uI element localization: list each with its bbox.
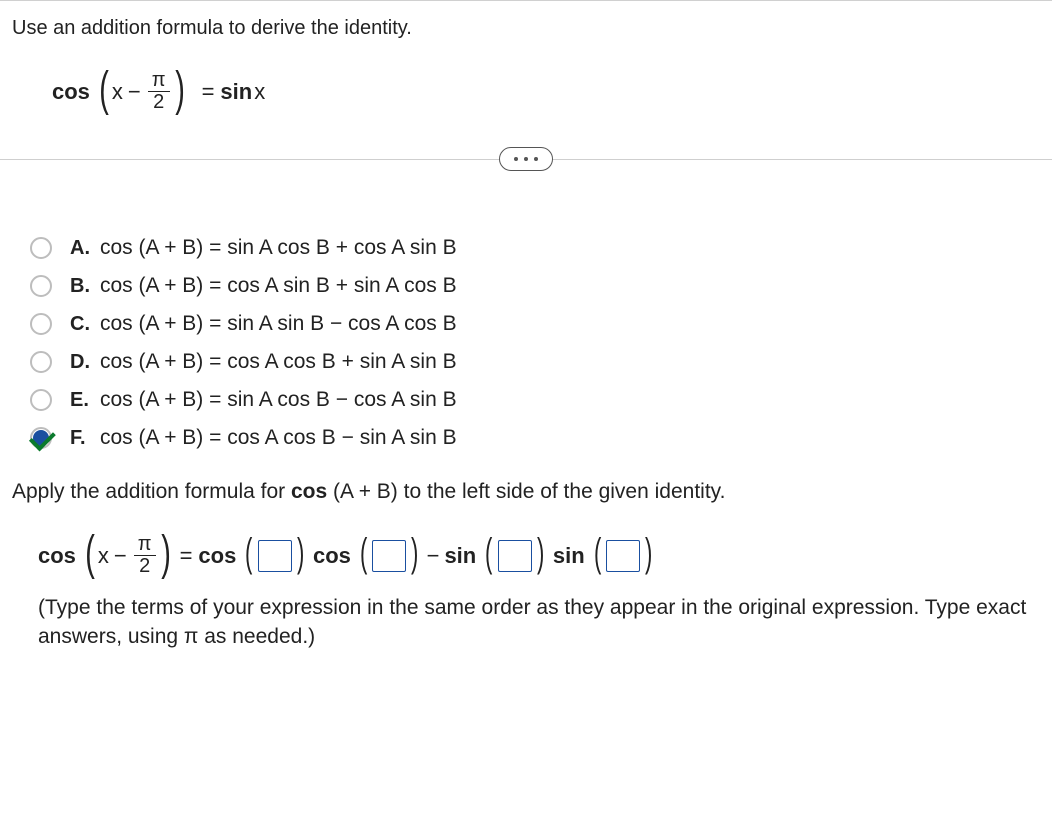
option-c[interactable]: C. cos (A + B) = sin A sin B − cos A cos… (30, 312, 1040, 336)
option-formula: cos (A + B) = cos A sin B + sin A cos B (100, 274, 457, 298)
option-formula: cos (A + B) = sin A cos B + cos A sin B (100, 236, 457, 260)
answer-input-3[interactable] (498, 540, 532, 572)
numerator: π (134, 534, 156, 556)
option-f[interactable]: F. cos (A + B) = cos A cos B − sin A sin… (30, 426, 1040, 450)
radio-c[interactable] (30, 313, 52, 335)
answer-hint: (Type the terms of your expression in th… (38, 593, 1040, 652)
rparen-icon: ) (411, 531, 418, 576)
rparen-icon: ) (175, 62, 185, 117)
radio-e[interactable] (30, 389, 52, 411)
dot-icon (534, 157, 538, 161)
lparen-icon: ( (594, 531, 601, 576)
answer-input-2[interactable] (372, 540, 406, 572)
option-b[interactable]: B. cos (A + B) = cos A sin B + sin A cos… (30, 274, 1040, 298)
var-x-rhs: x (254, 79, 265, 105)
minus-op: − (427, 543, 440, 569)
minus-op: − (128, 79, 141, 105)
rparen-icon: ) (161, 526, 171, 581)
radio-a[interactable] (30, 237, 52, 259)
denominator: 2 (135, 556, 154, 577)
answer-input-1[interactable] (258, 540, 292, 572)
apply-instruction: Apply the addition formula for cos (A + … (12, 480, 1040, 504)
option-a[interactable]: A. cos (A + B) = sin A cos B + cos A sin… (30, 236, 1040, 260)
numerator: π (148, 70, 170, 92)
lparen-icon: ( (360, 531, 367, 576)
radio-b[interactable] (30, 275, 52, 297)
dot-icon (514, 157, 518, 161)
denominator: 2 (149, 92, 168, 113)
expand-button[interactable] (499, 147, 553, 171)
equals: = (180, 543, 193, 569)
cos-label: cos (52, 79, 90, 105)
answer-input-4[interactable] (606, 540, 640, 572)
fraction-pi-over-2: π 2 (148, 70, 170, 113)
lparen-icon: ( (485, 531, 492, 576)
equals: = (202, 79, 215, 105)
question-container: Use an addition formula to derive the id… (0, 0, 1052, 664)
option-formula: cos (A + B) = cos A cos B + sin A sin B (100, 350, 457, 374)
rparen-icon: ) (297, 531, 304, 576)
minus-op: − (114, 543, 127, 569)
option-formula: cos (A + B) = sin A sin B − cos A cos B (100, 312, 457, 336)
var-x: x (98, 543, 109, 569)
question-prompt: Use an addition formula to derive the id… (12, 17, 1040, 40)
option-d[interactable]: D. cos (A + B) = cos A cos B + sin A sin… (30, 350, 1040, 374)
sin-term: sin (553, 543, 585, 569)
option-letter: C. (70, 313, 100, 336)
lparen-icon: ( (99, 62, 109, 117)
option-letter: B. (70, 275, 100, 298)
rparen-icon: ) (537, 531, 544, 576)
option-e[interactable]: E. cos (A + B) = sin A cos B − cos A sin… (30, 388, 1040, 412)
option-formula: cos (A + B) = sin A cos B − cos A sin B (100, 388, 457, 412)
option-formula: cos (A + B) = cos A cos B − sin A sin B (100, 426, 457, 450)
spacer: . (12, 200, 1040, 236)
radio-f[interactable] (30, 427, 52, 449)
identity-equation: cos ( x − π 2 ) = sin x (52, 64, 1040, 119)
answer-options: A. cos (A + B) = sin A cos B + cos A sin… (30, 236, 1040, 450)
sin-term: sin (444, 543, 476, 569)
cos-label: cos (38, 543, 76, 569)
radio-d[interactable] (30, 351, 52, 373)
lparen-icon: ( (85, 526, 95, 581)
substitution-equation: cos ( x − π 2 ) = cos ( ) cos ( ) − sin … (38, 528, 1040, 583)
fraction-pi-over-2: π 2 (134, 534, 156, 577)
cos-term: cos (313, 543, 351, 569)
apply-text-1: Apply the addition formula for (12, 480, 291, 503)
option-letter: F. (70, 427, 100, 450)
apply-text-2: (A + B) to the left side of the given id… (327, 480, 725, 503)
option-letter: D. (70, 351, 100, 374)
var-x: x (112, 79, 123, 105)
sin-label: sin (220, 79, 252, 105)
cos-term: cos (198, 543, 236, 569)
lparen-icon: ( (245, 531, 252, 576)
option-letter: E. (70, 389, 100, 412)
option-letter: A. (70, 237, 100, 260)
dot-icon (524, 157, 528, 161)
cos-bold: cos (291, 480, 327, 503)
section-divider (0, 159, 1052, 160)
rparen-icon: ) (645, 531, 652, 576)
